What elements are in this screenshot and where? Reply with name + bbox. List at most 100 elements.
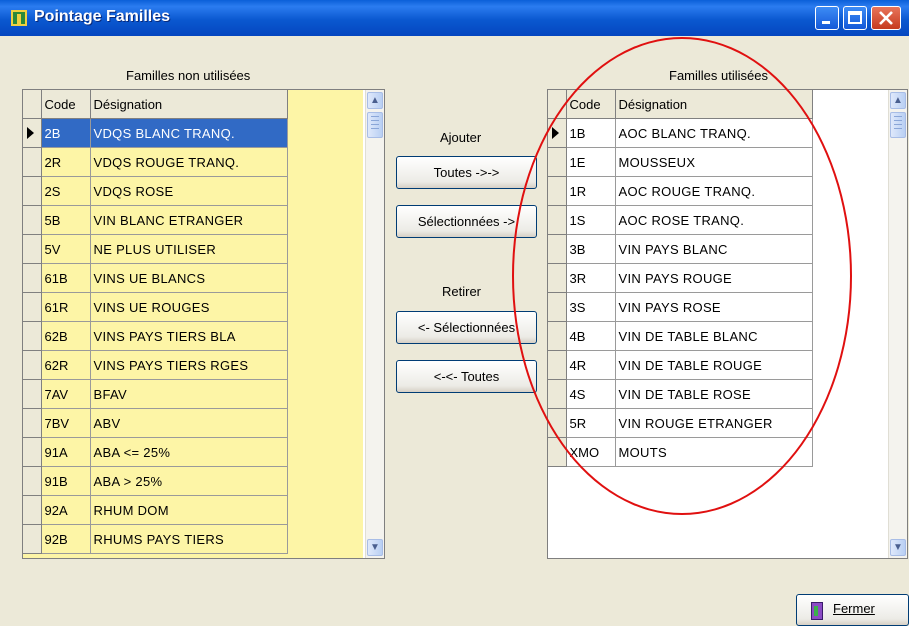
cell-code[interactable]: 3R [566,263,616,293]
cell-designation[interactable]: MOUSSEUX [615,147,813,177]
table-row[interactable]: 7BV ABV [23,408,288,438]
table-row[interactable]: 91A ABA <= 25% [23,437,288,467]
cell-designation[interactable]: VINS PAYS TIERS BLA [90,321,288,351]
table-row[interactable]: 92B RHUMS PAYS TIERS [23,524,288,554]
scroll-down-button[interactable]: ▼ [367,539,383,556]
cell-designation[interactable]: ABA > 25% [90,466,288,496]
table-row[interactable]: 4B VIN DE TABLE BLANC [548,321,813,351]
cell-code[interactable]: 2B [41,118,91,148]
column-header-designation[interactable]: Désignation [90,90,288,119]
row-selector[interactable] [23,176,42,206]
cell-designation[interactable]: AOC BLANC TRANQ. [615,118,813,148]
row-selector[interactable] [23,118,42,148]
row-selector[interactable] [23,437,42,467]
cell-code[interactable]: 2R [41,147,91,177]
cell-designation[interactable]: MOUTS [615,437,813,467]
cell-designation[interactable]: VDQS ROUGE TRANQ. [90,147,288,177]
cell-designation[interactable]: VIN PAYS ROSE [615,292,813,322]
cell-designation[interactable]: VINS UE ROUGES [90,292,288,322]
row-selector[interactable] [548,176,567,206]
column-header-designation[interactable]: Désignation [615,90,813,119]
maximize-button[interactable] [843,6,867,30]
cell-code[interactable]: 62B [41,321,91,351]
row-selector[interactable] [548,437,567,467]
cell-code[interactable]: 61R [41,292,91,322]
row-selector[interactable] [23,495,42,525]
table-row[interactable]: 5R VIN ROUGE ETRANGER [548,408,813,438]
cell-code[interactable]: 92A [41,495,91,525]
cell-designation[interactable]: NE PLUS UTILISER [90,234,288,264]
cell-code[interactable]: XMO [566,437,616,467]
cell-designation[interactable]: AOC ROSE TRANQ. [615,205,813,235]
row-selector[interactable] [23,147,42,177]
cell-designation[interactable]: AOC ROUGE TRANQ. [615,176,813,206]
cell-code[interactable]: 3B [566,234,616,264]
row-selector[interactable] [23,205,42,235]
row-selector[interactable] [548,350,567,380]
column-header-code[interactable]: Code [566,90,616,119]
table-row[interactable]: 2R VDQS ROUGE TRANQ. [23,147,288,177]
cell-designation[interactable]: ABV [90,408,288,438]
cell-designation[interactable]: VINS UE BLANCS [90,263,288,293]
remove-selected-button[interactable]: <- Sélectionnées [396,311,537,344]
cell-code[interactable]: 62R [41,350,91,380]
add-all-button[interactable]: Toutes ->-> [396,156,537,189]
used-families-grid[interactable]: Code Désignation 1B AOC BLANC TRANQ. 1E MOU… [547,89,908,559]
cell-designation[interactable]: VINS PAYS TIERS RGES [90,350,288,380]
table-row[interactable]: 1E MOUSSEUX [548,147,813,177]
table-row[interactable]: 62B VINS PAYS TIERS BLA [23,321,288,351]
table-row[interactable]: 1S AOC ROSE TRANQ. [548,205,813,235]
row-selector[interactable] [548,147,567,177]
cell-code[interactable]: 3S [566,292,616,322]
row-selector[interactable] [23,321,42,351]
table-row[interactable]: 2B VDQS BLANC TRANQ. [23,118,288,148]
cell-designation[interactable]: VIN BLANC ETRANGER [90,205,288,235]
cell-designation[interactable]: VIN DE TABLE ROSE [615,379,813,409]
table-row[interactable]: 5B VIN BLANC ETRANGER [23,205,288,235]
row-selector[interactable] [23,234,42,264]
row-selector[interactable] [548,292,567,322]
cell-designation[interactable]: VIN ROUGE ETRANGER [615,408,813,438]
row-selector[interactable] [548,234,567,264]
cell-code[interactable]: 91A [41,437,91,467]
cell-designation[interactable]: VDQS BLANC TRANQ. [90,118,288,148]
cell-designation[interactable]: VIN PAYS BLANC [615,234,813,264]
cell-code[interactable]: 5B [41,205,91,235]
table-row[interactable]: 3B VIN PAYS BLANC [548,234,813,264]
row-selector[interactable] [548,118,567,148]
remove-all-button[interactable]: <-<- Toutes [396,360,537,393]
table-row[interactable]: XMO MOUTS [548,437,813,467]
cell-designation[interactable]: VDQS ROSE [90,176,288,206]
row-selector[interactable] [23,466,42,496]
row-selector[interactable] [23,408,42,438]
table-row[interactable]: 3S VIN PAYS ROSE [548,292,813,322]
table-row[interactable]: 62R VINS PAYS TIERS RGES [23,350,288,380]
cell-code[interactable]: 2S [41,176,91,206]
cell-designation[interactable]: VIN PAYS ROUGE [615,263,813,293]
cell-code[interactable]: 7AV [41,379,91,409]
table-row[interactable]: 4R VIN DE TABLE ROUGE [548,350,813,380]
row-selector[interactable] [548,263,567,293]
table-row[interactable]: 91B ABA > 25% [23,466,288,496]
cell-code[interactable]: 1B [566,118,616,148]
scroll-up-button[interactable]: ▲ [890,92,906,109]
table-row[interactable]: 61R VINS UE ROUGES [23,292,288,322]
table-row[interactable]: 5V NE PLUS UTILISER [23,234,288,264]
cell-code[interactable]: 1E [566,147,616,177]
cell-designation[interactable]: VIN DE TABLE BLANC [615,321,813,351]
table-row[interactable]: 1B AOC BLANC TRANQ. [548,118,813,148]
cell-code[interactable]: 61B [41,263,91,293]
cell-code[interactable]: 4S [566,379,616,409]
table-row[interactable]: 7AV BFAV [23,379,288,409]
add-selected-button[interactable]: Sélectionnées -> [396,205,537,238]
row-selector[interactable] [548,205,567,235]
cell-code[interactable]: 92B [41,524,91,554]
row-selector[interactable] [548,321,567,351]
cell-code[interactable]: 5R [566,408,616,438]
scroll-up-button[interactable]: ▲ [367,92,383,109]
close-button[interactable] [871,6,901,30]
row-selector[interactable] [23,379,42,409]
row-selector[interactable] [23,524,42,554]
table-row[interactable]: 3R VIN PAYS ROUGE [548,263,813,293]
table-row[interactable]: 92A RHUM DOM [23,495,288,525]
